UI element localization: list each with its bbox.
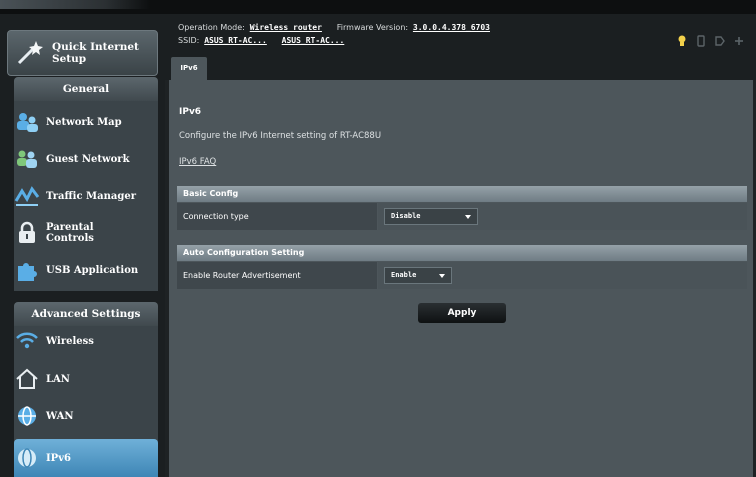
- sidebar-item-traffic-manager[interactable]: Traffic Manager: [14, 178, 158, 214]
- basic-config-heading: Basic Config: [177, 186, 747, 202]
- router-advertisement-row: Enable Router Advertisement Enable: [177, 262, 747, 289]
- brand-glow: [0, 0, 150, 9]
- operation-mode-line: Operation Mode: Wireless router Firmware…: [178, 23, 500, 32]
- router-advertisement-value: Enable: [391, 271, 417, 279]
- firmware-link[interactable]: 3.0.0.4.378_6703: [413, 23, 490, 32]
- quick-internet-setup-button[interactable]: Quick Internet Setup: [7, 30, 158, 76]
- page-description: Configure the IPv6 Internet setting of R…: [179, 131, 382, 141]
- lightbulb-icon[interactable]: [677, 32, 687, 46]
- ipv6-faq-link[interactable]: IPv6 FAQ: [179, 157, 216, 167]
- sidebar-item-label: Network Map: [46, 116, 122, 128]
- ssid-line: SSID: ASUS_RT-AC... ASUS_RT-AC...: [178, 36, 354, 45]
- network-map-icon: [14, 109, 40, 135]
- chevron-down-icon: [465, 215, 471, 219]
- puzzle-icon: [14, 257, 40, 283]
- tag-icon[interactable]: [715, 32, 725, 46]
- sidebar: Quick Internet Setup General Network Map…: [0, 14, 165, 477]
- sidebar-item-label: LAN: [46, 373, 70, 385]
- connection-type-select[interactable]: Disable: [384, 208, 478, 225]
- network-icon[interactable]: [734, 32, 744, 45]
- connection-type-value: Disable: [391, 212, 421, 220]
- quick-setup-label: Quick Internet Setup: [52, 41, 139, 65]
- status-icons: [677, 32, 744, 47]
- operation-mode-link[interactable]: Wireless router: [250, 23, 322, 32]
- advanced-settings-heading: Advanced Settings: [14, 302, 158, 326]
- sidebar-item-label: Traffic Manager: [46, 190, 136, 202]
- auto-configuration-heading: Auto Configuration Setting: [177, 245, 747, 261]
- sidebar-item-ipv6[interactable]: IPv6: [14, 439, 158, 477]
- ssid-label: SSID:: [178, 36, 200, 45]
- magic-wand-icon: [14, 38, 44, 68]
- connection-type-row: Connection type Disable: [177, 203, 747, 230]
- sidebar-item-network-map[interactable]: Network Map: [14, 104, 158, 140]
- router-advertisement-label: Enable Router Advertisement: [177, 262, 377, 289]
- page-title: IPv6: [179, 107, 202, 117]
- tab-ipv6[interactable]: IPv6: [171, 57, 207, 80]
- sidebar-item-wan[interactable]: WAN: [14, 398, 158, 434]
- connection-type-label: Connection type: [177, 203, 377, 230]
- main-panel: IPv6 Configure the IPv6 Internet setting…: [169, 80, 753, 477]
- ssid-link[interactable]: ASUS_RT-AC...: [282, 36, 345, 45]
- sidebar-item-label: Parental Controls: [46, 222, 94, 244]
- home-icon: [14, 366, 40, 392]
- usb-icon[interactable]: [696, 32, 706, 47]
- top-strip: [0, 0, 756, 14]
- ssid-link[interactable]: ASUS_RT-AC...: [204, 36, 267, 45]
- sidebar-item-wireless[interactable]: Wireless: [14, 326, 158, 356]
- traffic-manager-icon: [14, 183, 40, 209]
- general-heading: General: [14, 77, 158, 101]
- sidebar-item-usb-application[interactable]: USB Application: [14, 252, 158, 288]
- sidebar-item-label: Guest Network: [46, 153, 130, 165]
- globe-icon: [14, 445, 40, 471]
- header: Operation Mode: Wireless router Firmware…: [165, 14, 756, 80]
- router-advertisement-select[interactable]: Enable: [384, 267, 452, 284]
- apply-button[interactable]: Apply: [418, 303, 506, 323]
- sidebar-item-label: WAN: [46, 410, 74, 422]
- firmware-label: Firmware Version:: [336, 23, 409, 32]
- sidebar-item-label: USB Application: [46, 264, 139, 276]
- sidebar-item-label: Wireless: [46, 335, 94, 347]
- chevron-down-icon: [439, 274, 445, 278]
- lock-icon: [14, 220, 40, 246]
- globe-icon: [14, 403, 40, 429]
- sidebar-item-label: IPv6: [46, 452, 71, 464]
- sidebar-item-parental-controls[interactable]: Parental Controls: [14, 215, 158, 251]
- wifi-icon: [14, 328, 40, 354]
- sidebar-item-guest-network[interactable]: Guest Network: [14, 141, 158, 177]
- sidebar-item-lan[interactable]: LAN: [14, 361, 158, 397]
- operation-mode-label: Operation Mode:: [178, 23, 245, 32]
- guest-network-icon: [14, 146, 40, 172]
- connection-type-cell: Disable: [378, 203, 747, 230]
- router-advertisement-cell: Enable: [378, 262, 747, 289]
